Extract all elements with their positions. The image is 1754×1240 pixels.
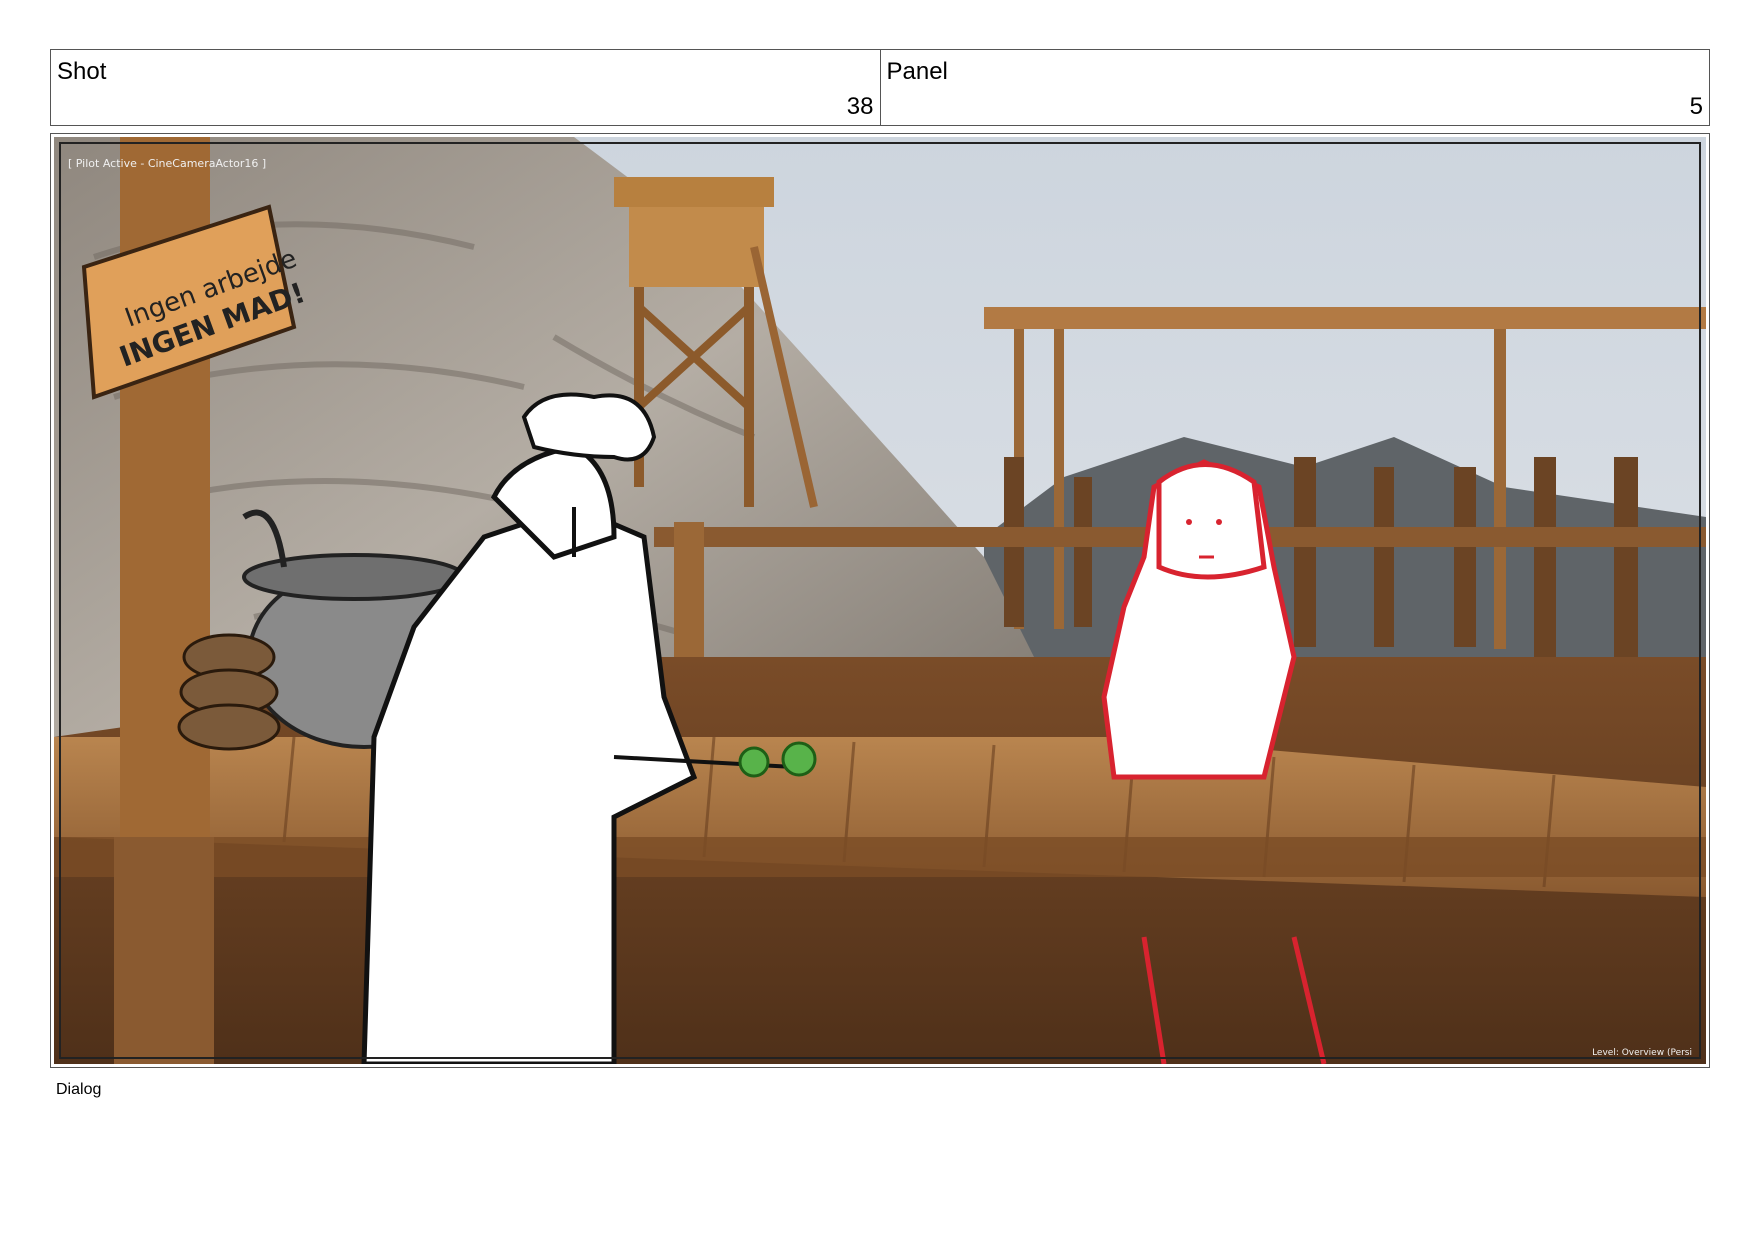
shot-cell: Shot 38 — [51, 50, 880, 125]
storyboard-image: Ingen arbejde INGEN MAD! [Pilot Active … — [54, 137, 1706, 1064]
shot-number: 38 — [846, 93, 874, 120]
storyboard-frame: Ingen arbejde INGEN MAD! [Pilot Active … — [50, 133, 1710, 1068]
dialog-label: Dialog — [56, 1081, 102, 1098]
shot-panel-header: Shot 38 Panel 5 — [50, 49, 1710, 126]
shot-label: Shot — [57, 58, 107, 85]
camera-overlay: [ Pilot Active - CineCameraActor16 ] — [68, 157, 266, 170]
panel-label: Panel — [886, 58, 948, 85]
panel-number: 5 — [1689, 93, 1703, 120]
panel-cell: Panel 5 — [879, 50, 1710, 125]
sacks — [177, 633, 281, 751]
level-overlay: Level: Overview (Persi — [1592, 1048, 1692, 1058]
